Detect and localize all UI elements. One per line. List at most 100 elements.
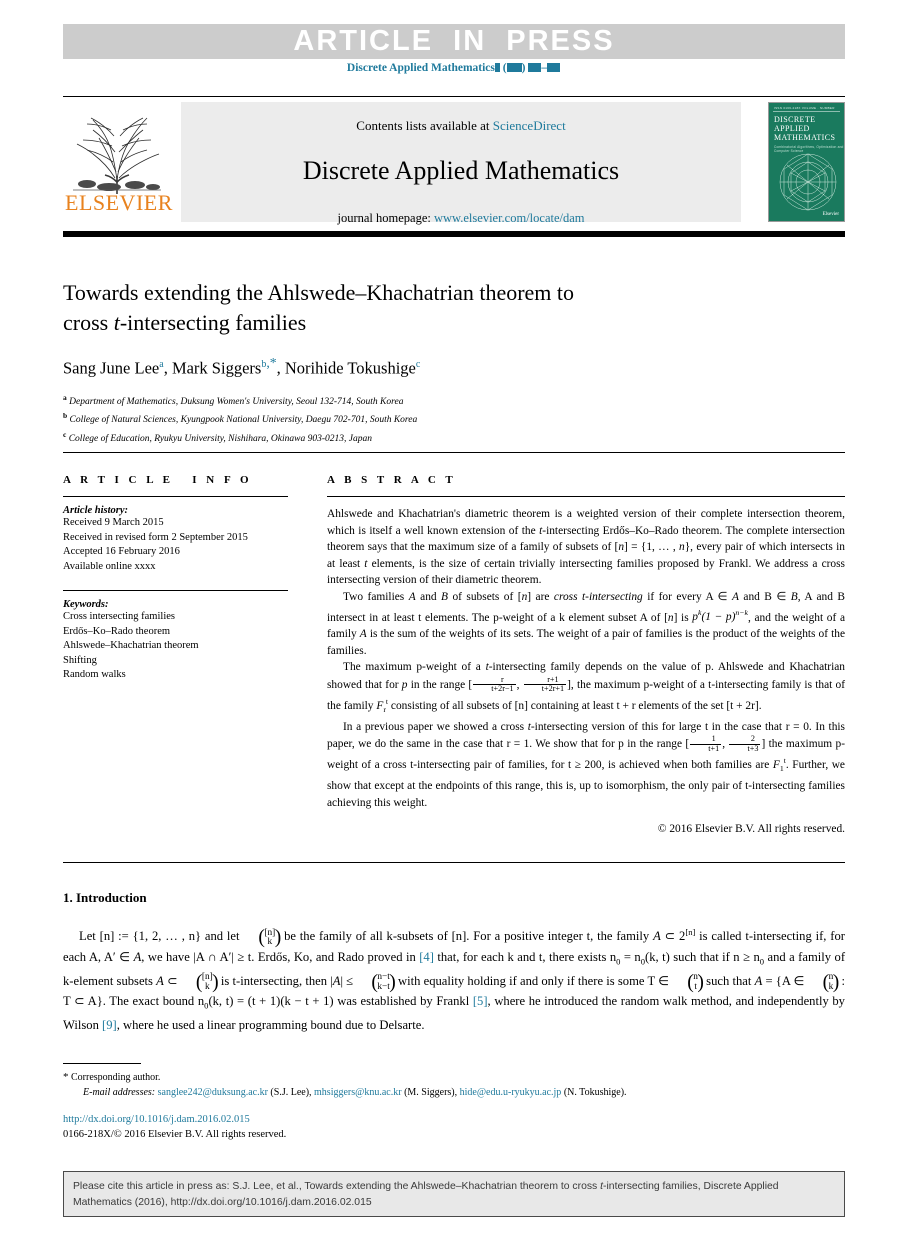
cover-divider — [773, 107, 840, 112]
abstract-text: if for every A ∈ — [642, 590, 732, 603]
fraction-denominator: t+3 — [747, 743, 759, 753]
keyword-item: Ahlswede–Khachatrian theorem — [63, 640, 199, 651]
intro-text: (k, t) = (t + 1)(k − t + 1) was establis… — [208, 994, 473, 1009]
elsevier-wordmark: ELSEVIER — [65, 190, 173, 215]
binom-bottom: k — [828, 981, 834, 992]
intro-text: = {A ∈ — [762, 973, 808, 988]
contents-available-line: Contents lists available at ScienceDirec… — [181, 118, 741, 134]
citation-link[interactable]: [9] — [102, 1018, 117, 1032]
abstract-math: A — [731, 590, 739, 603]
abstract-text: ] = {1, … , — [624, 541, 679, 554]
abstract-text: The maximum p-weight of a — [343, 661, 486, 674]
family-symbol: F — [772, 759, 780, 772]
binom-bottom: t — [694, 981, 697, 992]
abstract-text: , — [722, 738, 729, 751]
masthead-top-rule — [63, 96, 845, 97]
affiliation-list: a Department of Mathematics, Duksung Wom… — [63, 391, 703, 447]
fraction-denominator: t+2r−1 — [491, 684, 514, 694]
abstract-text: and B ∈ — [738, 590, 791, 603]
author-name: Norihide Tokushige — [284, 358, 416, 378]
author-name: Mark Siggers — [171, 358, 262, 378]
family-subscript: 1 — [779, 764, 784, 774]
title-line-1: Towards extending the Ahlswede–Khachatri… — [63, 280, 575, 305]
abstract-paragraph: Two families A and B of subsets of [n] a… — [327, 589, 845, 659]
family-subscript: r — [383, 705, 386, 715]
affiliation-mark: a — [63, 392, 67, 402]
journal-info-box: Contents lists available at ScienceDirec… — [181, 102, 741, 225]
page-start-placeholder — [528, 63, 542, 72]
contents-prefix: Contents lists available at — [356, 118, 493, 133]
page-title: Towards extending the Ahlswede–Khachatri… — [63, 278, 703, 338]
article-history-item: Received 9 March 2015 — [63, 517, 164, 528]
email-link[interactable]: sanglee242@duksung.ac.kr — [158, 1087, 268, 1098]
fraction-denominator: t+2r+1 — [541, 684, 565, 694]
abstract-math: pk(1 − p)n−k — [692, 608, 748, 624]
binomial-coefficient: [n]k — [244, 928, 279, 948]
article-history-label: Article history: — [63, 505, 129, 516]
email-link[interactable]: hide@edu.u-ryukyu.ac.jp — [460, 1087, 562, 1098]
info-section-top-rule — [63, 452, 845, 453]
journal-title: Discrete Applied Mathematics — [302, 156, 620, 185]
abstract-math: A — [359, 627, 367, 640]
affiliation-mark: c — [63, 429, 67, 439]
keywords-rule — [63, 590, 288, 591]
abstract-text: , — [516, 678, 523, 691]
abstract-rule — [327, 496, 845, 497]
cover-title-line3: MATHEMATICS — [774, 133, 836, 142]
email-link[interactable]: mhsiggers@knu.ac.kr — [314, 1087, 402, 1098]
abstract-text: is the sum of the weights of its sets. T… — [327, 627, 845, 657]
abstract-text: of subsets of [ — [448, 590, 522, 603]
citation-link[interactable]: [4] — [419, 950, 434, 964]
abstract-body: Ahlswede and Khachatrian's diametric the… — [327, 506, 845, 835]
email-owner: (S.J. Lee) — [270, 1087, 310, 1098]
intro-text: such that — [702, 973, 755, 988]
intro-superscript: [n] — [685, 927, 696, 937]
abstract-math: A — [408, 590, 416, 603]
author-affiliation-mark: c — [415, 359, 421, 370]
abstract-text: in the range [ — [407, 678, 473, 691]
abstract-text: ] is — [673, 611, 693, 624]
journal-reference-name: Discrete Applied Mathematics — [346, 62, 495, 74]
journal-reference-line: Discrete Applied Mathematics () – — [0, 62, 907, 74]
citation-link[interactable]: [5] — [473, 994, 488, 1008]
cite-this-article-text: Please cite this article in press as: S.… — [73, 1179, 835, 1210]
article-info-heading: A R T I C L E I N F O — [63, 474, 253, 486]
cover-title-line1: DISCRETE — [774, 115, 816, 124]
cite-doi-text: Mathematics (2016), http://dx.doi.org/10… — [73, 1196, 372, 1208]
article-history-item: Accepted 16 February 2016 — [63, 546, 180, 557]
binomial-coefficient: n−tk−t — [357, 972, 394, 992]
abstract-heading: A B S T R A C T — [327, 474, 457, 486]
journal-cover-thumbnail: ISSN 0166-218X VOLUME · NUMBER DISCRETE … — [768, 102, 845, 222]
intro-text: is t-intersecting, then | — [217, 973, 333, 988]
author-affiliation-mark: a — [159, 359, 164, 370]
keyword-item: Random walks — [63, 669, 126, 680]
sciencedirect-link[interactable]: ScienceDirect — [493, 118, 566, 133]
abstract-text: In a previous paper we showed a cross — [343, 720, 528, 733]
abstract-paragraph: The maximum p-weight of a t-intersecting… — [327, 659, 845, 718]
doi-link[interactable]: http://dx.doi.org/10.1016/j.dam.2016.02.… — [63, 1114, 250, 1125]
article-info-column: A R T I C L E I N F O Article history: R… — [63, 474, 288, 683]
fraction-denominator: t+1 — [708, 743, 720, 753]
abstract-text: Two families — [343, 590, 409, 603]
email-label: E-mail addresses: — [83, 1087, 156, 1098]
elsevier-tree-icon — [73, 117, 161, 194]
intro-text: | ≤ — [340, 973, 357, 988]
volume-placeholder — [494, 63, 500, 72]
binomial-coefficient: nt — [673, 972, 702, 992]
corresponding-author-star: ,* — [266, 355, 277, 370]
introduction-heading: 1. Introduction — [63, 890, 147, 905]
keyword-item: Erdős–Ko–Rado theorem — [63, 625, 171, 637]
keywords-label: Keywords: — [63, 599, 109, 610]
affiliation-text: College of Education, Ryukyu University,… — [68, 433, 372, 444]
intro-text: Let [n] := {1, 2, … , n} and let — [79, 929, 244, 944]
article-history-item: Available online xxxx — [63, 560, 156, 572]
family-symbol: A — [156, 973, 164, 988]
intro-text: ⊂ 2 — [660, 929, 686, 944]
article-in-press-banner: ARTICLE IN PRESS — [63, 24, 845, 59]
journal-homepage-link[interactable]: www.elsevier.com/locate/dam — [434, 211, 585, 225]
abstract-text: and — [415, 590, 442, 603]
introduction-paragraph: Let [n] := {1, 2, … , n} and let [n]k be… — [63, 923, 845, 1036]
affiliation-text: Department of Mathematics, Duksung Women… — [69, 396, 404, 407]
fraction: 1 t+1 — [690, 735, 722, 753]
page-end-placeholder — [547, 63, 561, 72]
